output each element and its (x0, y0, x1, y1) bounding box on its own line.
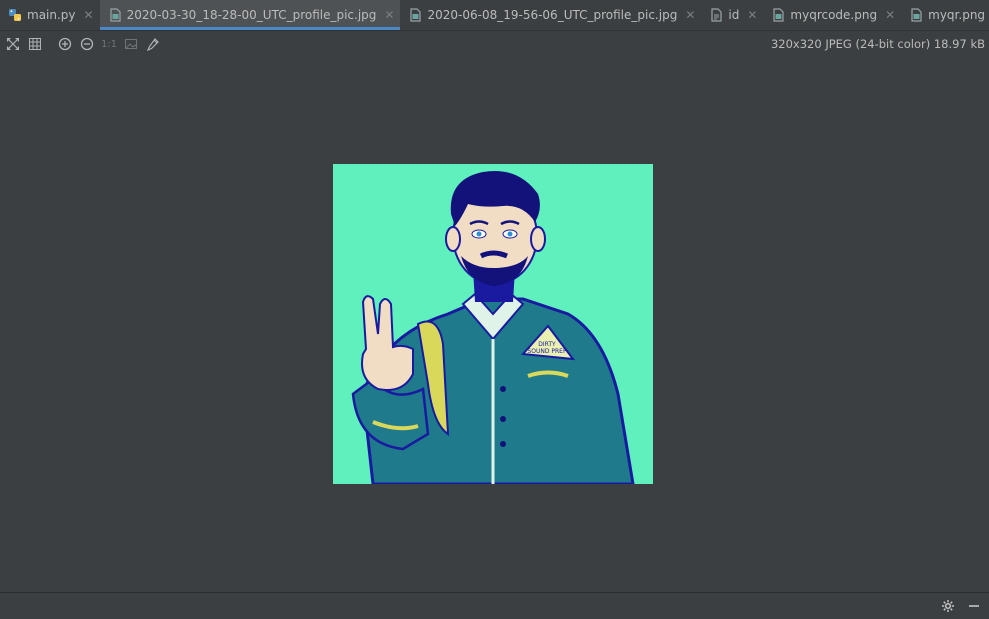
close-icon[interactable]: ✕ (384, 8, 394, 22)
image-preview[interactable]: DIRTY SOUND PREP (333, 164, 653, 484)
tab-profile-pic-1[interactable]: 2020-03-30_18-28-00_UTC_profile_pic.jpg … (99, 0, 401, 30)
tab-myqr[interactable]: myqr.png ✕ (901, 0, 989, 30)
image-file-icon (108, 8, 122, 22)
grid-icon[interactable] (26, 35, 44, 53)
tab-label: 2020-03-30_18-28-00_UTC_profile_pic.jpg (126, 8, 377, 22)
tab-profile-pic-2[interactable]: 2020-06-08_19-56-06_UTC_profile_pic.jpg … (400, 0, 701, 30)
close-icon[interactable]: ✕ (885, 8, 895, 22)
svg-text:DIRTY: DIRTY (538, 341, 556, 348)
image-info: 320x320 JPEG (24-bit color) 18.97 kB (770, 37, 985, 51)
close-icon[interactable]: ✕ (747, 8, 757, 22)
image-file-icon (408, 8, 422, 22)
tab-id[interactable]: id ✕ (701, 0, 763, 30)
image-file-icon (909, 8, 923, 22)
tab-label: id (728, 8, 740, 22)
status-bar (0, 592, 989, 619)
close-icon[interactable]: ✕ (84, 8, 94, 22)
close-icon[interactable]: ✕ (685, 8, 695, 22)
minimize-icon[interactable] (963, 595, 985, 617)
python-file-icon (8, 8, 22, 22)
tab-main-py[interactable]: main.py ✕ (0, 0, 100, 30)
text-file-icon (709, 8, 723, 22)
svg-text:SOUND PREP: SOUND PREP (527, 348, 567, 355)
profile-illustration: DIRTY SOUND PREP (333, 164, 653, 484)
settings-icon[interactable] (937, 595, 959, 617)
tab-label: 2020-06-08_19-56-06_UTC_profile_pic.jpg (427, 8, 678, 22)
zoom-in-icon[interactable] (56, 35, 74, 53)
zoom-out-icon[interactable] (78, 35, 96, 53)
editor-tab-bar: main.py ✕ 2020-03-30_18-28-00_UTC_profil… (0, 0, 989, 31)
tab-myqrcode[interactable]: myqrcode.png ✕ (763, 0, 901, 30)
background-icon[interactable] (122, 35, 140, 53)
fit-to-window-icon[interactable] (4, 35, 22, 53)
image-file-icon (771, 8, 785, 22)
actual-size-label: 1:1 (100, 38, 118, 50)
color-picker-icon[interactable] (144, 35, 162, 53)
tab-label: main.py (27, 8, 76, 22)
actual-size-icon[interactable]: 1:1 (100, 35, 118, 53)
tab-label: myqrcode.png (790, 8, 878, 22)
tab-label: myqr.png (928, 8, 986, 22)
